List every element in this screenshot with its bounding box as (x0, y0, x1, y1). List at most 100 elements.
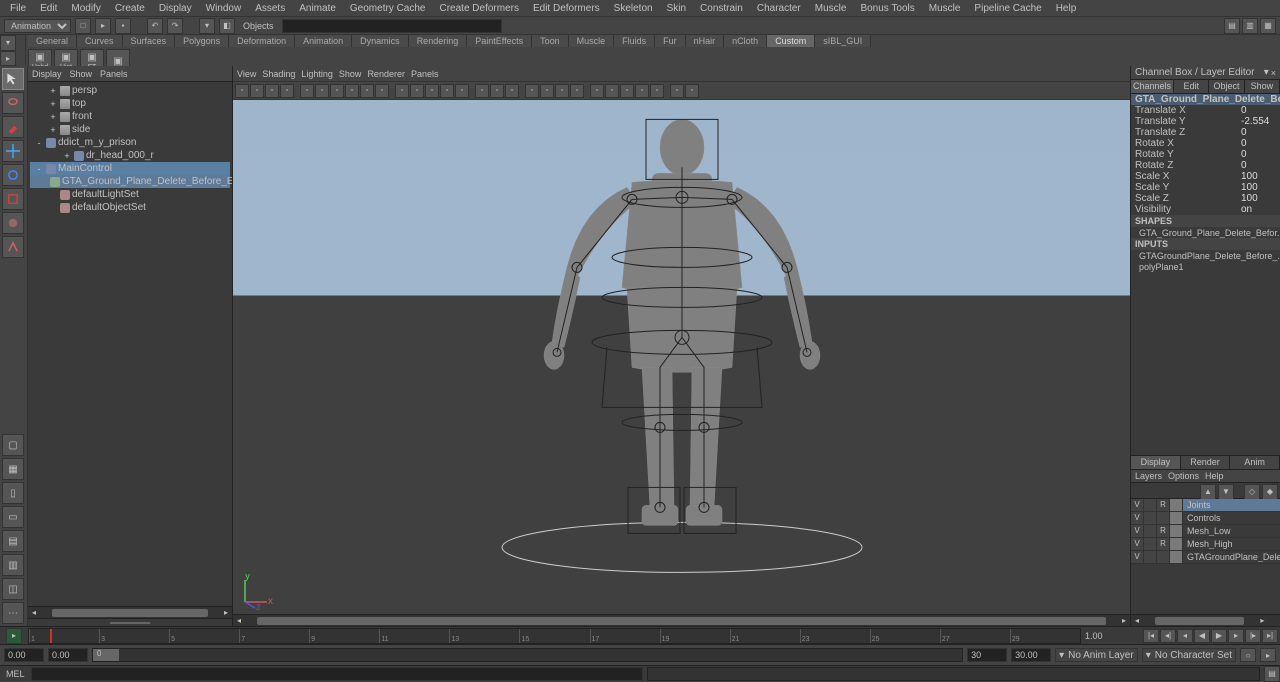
range-end-field[interactable]: 30 (967, 648, 1007, 662)
layer-menu-options[interactable]: Options (1168, 471, 1199, 481)
menu-skin[interactable]: Skin (661, 2, 692, 15)
layout-custom-icon[interactable]: ⋯ (2, 602, 24, 624)
menu-file[interactable]: File (4, 2, 32, 15)
layer-menu-layers[interactable]: Layers (1135, 471, 1162, 481)
channel-value[interactable]: -2.554 (1241, 116, 1276, 127)
outliner-item[interactable]: -MainControl (30, 162, 230, 175)
xray-joints-icon[interactable]: ▫ (505, 84, 519, 98)
input-node[interactable]: polyPlane1 (1131, 261, 1280, 272)
channel-value[interactable]: 0 (1241, 149, 1276, 160)
viewport-menu-lighting[interactable]: Lighting (301, 69, 333, 79)
menu-display[interactable]: Display (153, 2, 198, 15)
channel-row[interactable]: Visibilityon (1131, 204, 1280, 215)
menu-edit-deformers[interactable]: Edit Deformers (527, 2, 606, 15)
menu-bonus-tools[interactable]: Bonus Tools (854, 2, 920, 15)
layer-playback-toggle[interactable] (1144, 512, 1157, 524)
go-to-end-icon[interactable]: ▸| (1262, 629, 1278, 643)
shelf-menu-icon[interactable]: ▸ (0, 51, 16, 67)
layer-visibility-toggle[interactable]: V (1131, 499, 1144, 511)
fiducial-icon[interactable]: ▫ (670, 84, 684, 98)
layer-row[interactable]: VControls (1131, 512, 1280, 525)
outliner-menu-display[interactable]: Display (32, 69, 62, 79)
outliner-tree[interactable]: +persp+top+front+side-ddict_m_y_prison+d… (28, 82, 232, 606)
range-slider[interactable]: 0 (92, 648, 963, 662)
layer-color-swatch[interactable] (1170, 538, 1183, 550)
layout-two-stacked-icon[interactable]: ▭ (2, 506, 24, 528)
menu-constrain[interactable]: Constrain (694, 2, 749, 15)
input-node[interactable]: GTAGroundPlane_Delete_Before_... (1131, 250, 1280, 261)
viewport-menu-view[interactable]: View (237, 69, 256, 79)
layer-reference-toggle[interactable]: R (1157, 499, 1170, 511)
playback-end-field[interactable]: 30.00 (1011, 648, 1051, 662)
channel-row[interactable]: Rotate Y0 (1131, 149, 1280, 160)
layer-color-swatch[interactable] (1170, 525, 1183, 537)
safe-action-icon[interactable]: ▫ (360, 84, 374, 98)
select-camera-icon[interactable]: ▫ (235, 84, 249, 98)
select-by-name-icon[interactable]: ▾ (199, 18, 215, 34)
cb-tab-show[interactable]: Show (1245, 80, 1280, 93)
panel-drag-handle-icon[interactable] (110, 622, 150, 624)
shape-node[interactable]: GTA_Ground_Plane_Delete_Befor... (1131, 227, 1280, 238)
soft-mod-tool[interactable] (2, 212, 24, 234)
viewport-menu-show[interactable]: Show (339, 69, 362, 79)
bookmark-icon[interactable]: ▫ (265, 84, 279, 98)
shelf-tab-animation[interactable]: Animation (295, 35, 352, 47)
rotate-tool[interactable] (2, 164, 24, 186)
layer-reference-toggle[interactable] (1157, 512, 1170, 524)
prefs-icon[interactable]: ▸ (1260, 648, 1276, 662)
shelf-tab-scroll-icon[interactable]: ▾ (0, 35, 16, 51)
viewport-menu-panels[interactable]: Panels (411, 69, 439, 79)
shelf-tab-general[interactable]: General (28, 35, 77, 47)
outliner-scrollbar[interactable]: ◂▸ (28, 606, 232, 618)
outliner-item[interactable]: +dr_head_000_r (30, 149, 230, 162)
move-tool[interactable] (2, 140, 24, 162)
selection-name-field[interactable] (282, 19, 502, 33)
character-set-select[interactable]: ▾No Character Set (1142, 648, 1236, 662)
motion-blur-icon[interactable]: ▫ (540, 84, 554, 98)
grid-icon[interactable]: ▫ (300, 84, 314, 98)
layer-playback-toggle[interactable] (1144, 538, 1157, 550)
timeline-menu-icon[interactable]: ▸ (6, 628, 22, 644)
menu-create[interactable]: Create (109, 2, 151, 15)
viewport-menu-renderer[interactable]: Renderer (367, 69, 405, 79)
shelf-tab-polygons[interactable]: Polygons (175, 35, 229, 47)
layer-color-swatch[interactable] (1170, 551, 1183, 563)
layout-four-icon[interactable]: ▦ (2, 458, 24, 480)
shelf-tab-nhair[interactable]: nHair (686, 35, 725, 47)
channel-row[interactable]: Translate Y-2.554 (1131, 116, 1280, 127)
outliner-item[interactable]: defaultObjectSet (30, 201, 230, 214)
step-forward-icon[interactable]: ▸ (1228, 629, 1244, 643)
layout-single-icon[interactable]: ▢ (2, 434, 24, 456)
menu-modify[interactable]: Modify (65, 2, 106, 15)
expander-icon[interactable]: - (34, 138, 44, 148)
layer-reference-toggle[interactable]: R (1157, 525, 1170, 537)
current-time-indicator[interactable] (50, 629, 52, 643)
script-editor-icon[interactable]: ▤ (1264, 666, 1280, 682)
outliner-item[interactable]: defaultLightSet (30, 188, 230, 201)
outliner-item[interactable]: +front (30, 110, 230, 123)
lock-camera-icon[interactable]: ▫ (250, 84, 264, 98)
move-layer-down-icon[interactable]: ▼ (1218, 484, 1234, 500)
persp-viewport[interactable]: y x z (233, 100, 1130, 614)
channel-value[interactable]: 0 (1241, 160, 1276, 171)
channel-row[interactable]: Translate X0 (1131, 105, 1280, 116)
outliner-item[interactable]: +top (30, 97, 230, 110)
lights-icon[interactable]: ▫ (440, 84, 454, 98)
outliner-item[interactable]: +side (30, 123, 230, 136)
shelf-tab-painteffects[interactable]: PaintEffects (467, 35, 532, 47)
channel-row[interactable]: Scale X100 (1131, 171, 1280, 182)
channel-value[interactable]: 0 (1241, 105, 1276, 116)
shelf-tab-toon[interactable]: Toon (532, 35, 569, 47)
undo-icon[interactable]: ↶ (147, 18, 163, 34)
layer-menu-help[interactable]: Help (1205, 471, 1224, 481)
vp-1-icon[interactable]: ▫ (605, 84, 619, 98)
expander-icon[interactable]: + (48, 125, 58, 135)
file-new-icon[interactable]: □ (75, 18, 91, 34)
menu-create-deformers[interactable]: Create Deformers (434, 2, 525, 15)
new-layer-from-selected-icon[interactable]: ◆ (1262, 484, 1278, 500)
step-back-key-icon[interactable]: ◂| (1160, 629, 1176, 643)
safe-title-icon[interactable]: ▫ (375, 84, 389, 98)
outliner-item[interactable]: +persp (30, 84, 230, 97)
layer-color-swatch[interactable] (1170, 499, 1183, 511)
shelf-tab-muscle[interactable]: Muscle (569, 35, 615, 47)
